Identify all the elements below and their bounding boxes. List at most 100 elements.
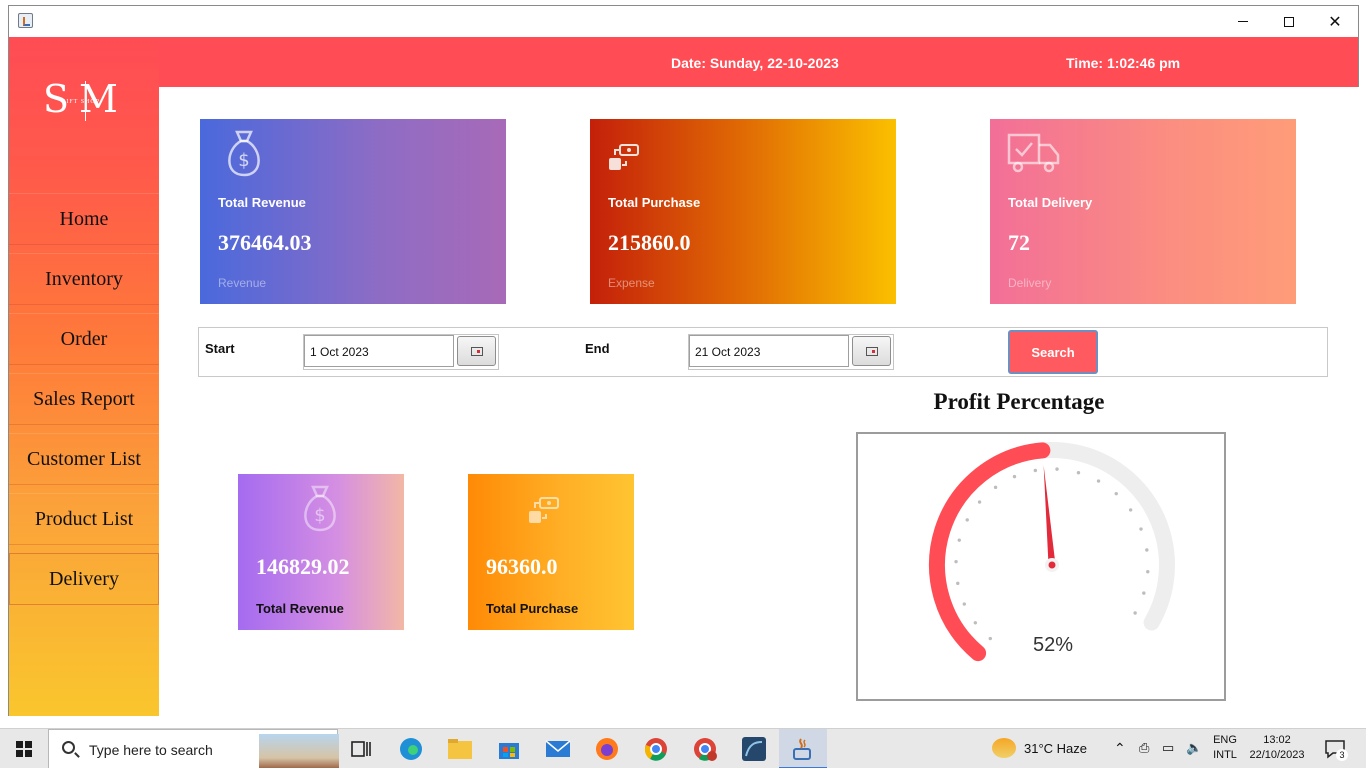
card-title: Total Purchase bbox=[486, 601, 579, 616]
microsoft-store-icon[interactable] bbox=[495, 735, 523, 763]
taskbar-search-box[interactable]: Type here to search bbox=[48, 729, 339, 768]
sidebar-item-home[interactable]: Home bbox=[9, 193, 159, 245]
clock-time: 13:02 bbox=[1263, 734, 1291, 746]
clock-date: 22/10/2023 bbox=[1249, 749, 1305, 761]
gauge-tick bbox=[1139, 527, 1143, 531]
gauge-tick bbox=[1146, 569, 1150, 574]
firefox-icon[interactable] bbox=[593, 735, 621, 763]
title-bar[interactable]: ✕ bbox=[9, 6, 1358, 37]
notification-count: 3 bbox=[1336, 749, 1348, 761]
card-value: 72 bbox=[1008, 230, 1030, 255]
card-value: 96360.0 bbox=[486, 554, 558, 579]
start-calendar-button[interactable] bbox=[457, 336, 496, 366]
maximize-icon bbox=[1284, 16, 1294, 27]
file-explorer-icon[interactable] bbox=[446, 735, 474, 763]
sidebar-item-customer-list[interactable]: Customer List bbox=[9, 433, 159, 485]
period-revenue-card: $ 146829.02 Total Revenue bbox=[238, 474, 404, 630]
gauge-tick bbox=[1128, 508, 1133, 512]
gauge-hub-center bbox=[1048, 561, 1056, 569]
windows-icon bbox=[16, 741, 32, 757]
card-subtitle: Revenue bbox=[218, 276, 267, 290]
gauge-tick bbox=[1114, 491, 1118, 496]
gauge-value-label: 52% bbox=[1032, 634, 1074, 656]
chrome-profile-icon[interactable] bbox=[691, 735, 719, 763]
profit-percentage-title: Profit Percentage bbox=[933, 389, 1105, 414]
chrome-icon[interactable] bbox=[642, 735, 670, 763]
gauge-tick bbox=[962, 602, 966, 606]
gauge-tick bbox=[1033, 468, 1038, 473]
search-placeholder: Type here to search bbox=[89, 742, 213, 758]
language-code: ENG bbox=[1213, 734, 1237, 746]
gauge-tick bbox=[1145, 548, 1149, 552]
input-language[interactable]: ENG INTL bbox=[1212, 733, 1238, 763]
maximize-button[interactable] bbox=[1266, 6, 1312, 37]
gauge-tick bbox=[1096, 479, 1101, 483]
keyboard-layout: INTL bbox=[1213, 749, 1237, 761]
close-icon: ✕ bbox=[1328, 11, 1342, 31]
search-highlight-image bbox=[259, 734, 339, 768]
start-date-field[interactable]: 1 Oct 2023 bbox=[304, 335, 454, 367]
minimize-icon bbox=[1238, 21, 1248, 22]
gauge-tick bbox=[965, 518, 969, 522]
system-clock[interactable]: 13:02 22/10/2023 bbox=[1240, 733, 1314, 763]
meet-now-icon[interactable]: ⎙ bbox=[1139, 740, 1149, 755]
gauge-tick bbox=[988, 636, 992, 641]
money-transfer-icon bbox=[529, 497, 559, 523]
gauge-tick bbox=[1133, 611, 1137, 615]
sidebar-item-order[interactable]: Order bbox=[9, 313, 159, 365]
header-bar: Date: Sunday, 22-10-2023 Time: 1:02:46 p… bbox=[9, 37, 1358, 87]
close-button[interactable]: ✕ bbox=[1312, 6, 1358, 37]
end-calendar-button[interactable] bbox=[852, 336, 891, 366]
volume-muted-icon[interactable]: 🔈 bbox=[1186, 740, 1202, 755]
weather-text: 31°C Haze bbox=[1024, 741, 1088, 756]
profit-gauge: 52% bbox=[856, 432, 1226, 701]
edge-browser-icon[interactable] bbox=[397, 735, 425, 763]
card-title: Total Delivery bbox=[1008, 195, 1093, 210]
money-transfer-icon bbox=[609, 144, 639, 170]
shop-logo: SM GIFT SHOP bbox=[39, 77, 129, 132]
network-icon[interactable]: ▭ bbox=[1162, 740, 1174, 755]
svg-text:$: $ bbox=[314, 505, 325, 526]
card-value: 215860.0 bbox=[608, 230, 691, 255]
gauge-tick bbox=[954, 559, 958, 564]
card-value: 146829.02 bbox=[256, 554, 350, 579]
gauge-tick bbox=[993, 485, 998, 490]
card-title: Total Revenue bbox=[256, 601, 344, 616]
chevron-up-icon[interactable]: ⌃ bbox=[1114, 741, 1126, 756]
java-app-icon bbox=[18, 13, 33, 28]
date-label: Date: Sunday, 22-10-2023 bbox=[671, 55, 839, 71]
mysql-workbench-icon[interactable] bbox=[740, 735, 768, 763]
card-subtitle: Expense bbox=[608, 276, 655, 290]
gauge-tick bbox=[973, 621, 978, 625]
gauge-tick bbox=[1142, 591, 1146, 595]
date-filter-panel: Start 1 Oct 2023 End 21 Oct 2023 Search bbox=[198, 327, 1328, 377]
start-label: Start bbox=[205, 341, 235, 356]
minimize-button[interactable] bbox=[1220, 6, 1266, 37]
java-app-taskbar-icon[interactable] bbox=[789, 735, 817, 763]
end-date-field[interactable]: 21 Oct 2023 bbox=[689, 335, 849, 367]
total-revenue-card: $ Total Revenue 376464.03 Revenue bbox=[200, 119, 506, 304]
money-bag-icon: $ bbox=[304, 485, 336, 532]
gauge-tick bbox=[1012, 474, 1017, 479]
total-delivery-card: Total Delivery 72 Delivery bbox=[990, 119, 1296, 304]
card-value: 376464.03 bbox=[218, 230, 312, 255]
sidebar-item-delivery[interactable]: Delivery bbox=[9, 553, 159, 605]
search-button[interactable]: Search bbox=[1008, 330, 1098, 374]
svg-text:$: $ bbox=[238, 150, 249, 171]
calendar-icon bbox=[470, 346, 483, 356]
logo-subtitle: GIFT SHOP bbox=[61, 99, 101, 105]
notifications-button[interactable]: 3 bbox=[1322, 739, 1348, 764]
mail-icon[interactable] bbox=[544, 735, 572, 763]
start-button[interactable] bbox=[0, 729, 48, 768]
dashboard-content: $ Total Revenue 376464.03 Revenue Total … bbox=[159, 87, 1359, 716]
period-purchase-card: 96360.0 Total Purchase bbox=[468, 474, 634, 630]
sidebar-item-inventory[interactable]: Inventory bbox=[9, 253, 159, 305]
task-view-icon[interactable] bbox=[347, 735, 375, 763]
gauge-needle bbox=[1043, 465, 1056, 566]
haze-weather-icon bbox=[992, 738, 1016, 758]
app-window: ✕ Date: Sunday, 22-10-2023 Time: 1:02:46… bbox=[8, 5, 1359, 716]
sidebar-item-sales-report[interactable]: Sales Report bbox=[9, 373, 159, 425]
gauge-tick bbox=[956, 581, 960, 586]
sidebar-item-product-list[interactable]: Product List bbox=[9, 493, 159, 545]
search-icon bbox=[62, 741, 75, 754]
